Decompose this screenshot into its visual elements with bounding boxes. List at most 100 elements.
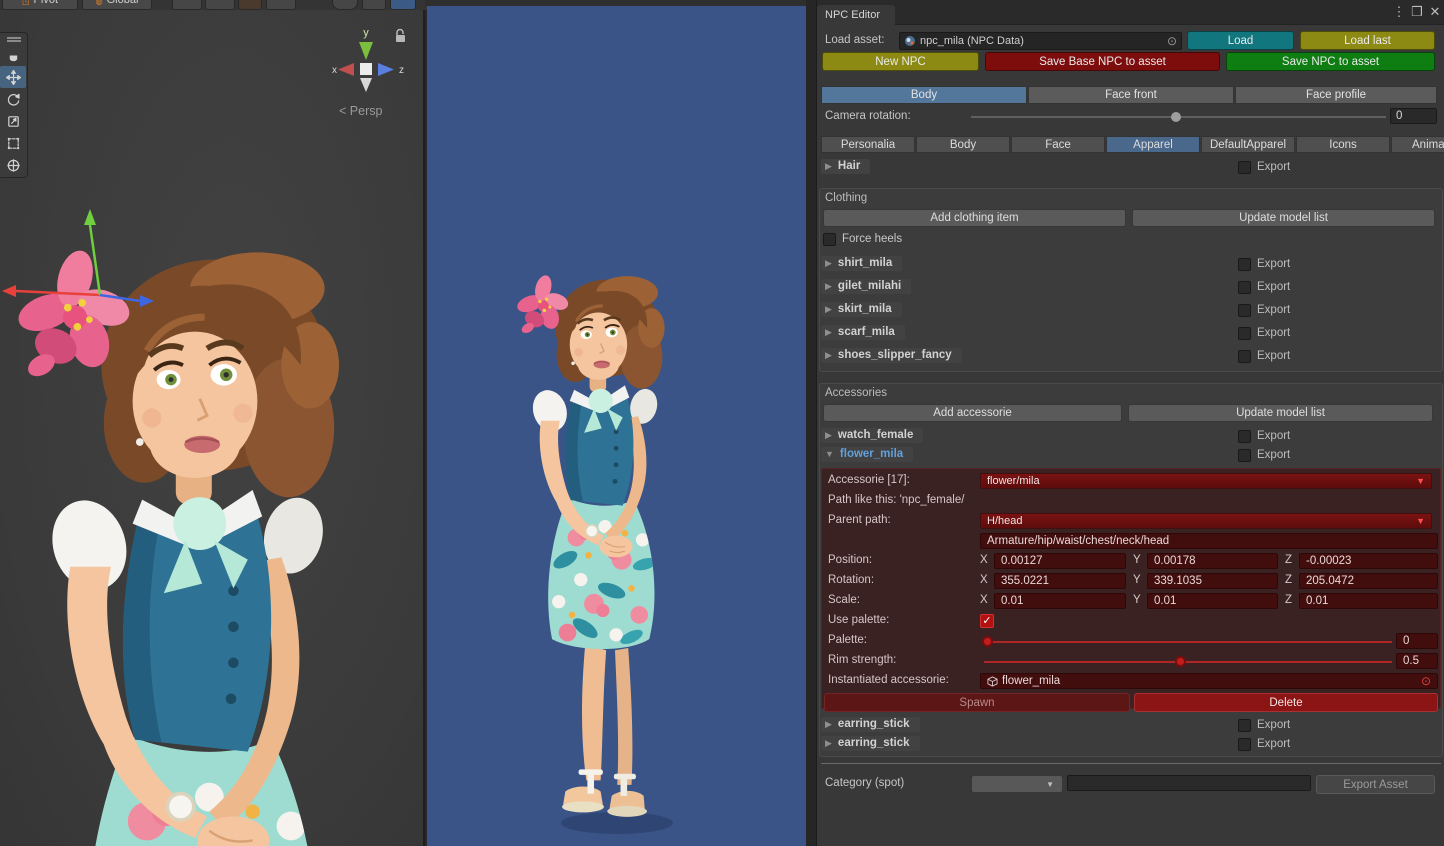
hand-tool-button[interactable]	[0, 44, 26, 66]
save-npc-button[interactable]: Save NPC to asset	[1226, 52, 1435, 71]
tab-defaultapparel[interactable]: DefaultApparel	[1201, 136, 1295, 153]
parent-path-dropdown[interactable]: H/head ▼	[980, 513, 1432, 529]
lock-icon[interactable]	[393, 28, 407, 44]
palette-value[interactable]: 0	[1396, 633, 1438, 649]
path-hint-label: Path like this: 'npc_female/	[828, 494, 964, 506]
snap-rotate-button[interactable]	[238, 0, 262, 10]
panel-menu-button[interactable]: ⋮	[1391, 4, 1407, 20]
export-asset-button[interactable]: Export Asset	[1316, 775, 1435, 794]
load-button[interactable]: Load	[1187, 31, 1294, 50]
rim-strength-slider[interactable]	[984, 661, 1392, 663]
scale-x-field[interactable]: 0.01	[994, 593, 1126, 609]
accessory-export-checkbox[interactable]	[1238, 738, 1251, 751]
npc-editor-tab[interactable]: NPC Editor	[817, 5, 895, 25]
armature-path-field[interactable]: Armature/hip/waist/chest/neck/head	[980, 533, 1438, 549]
clothing-export-checkbox[interactable]	[1238, 258, 1251, 271]
camera-settings-button[interactable]	[332, 0, 358, 10]
clothing-item-foldout[interactable]: ▶ shoes_slipper_fancy	[821, 348, 962, 363]
accessory-item-foldout[interactable]: ▶ earring_stick	[821, 717, 920, 732]
tab-body[interactable]: Body	[916, 136, 1010, 153]
transform-tool-button[interactable]	[0, 154, 26, 176]
rect-tool-button[interactable]	[0, 132, 26, 154]
hair-export-checkbox[interactable]	[1238, 161, 1251, 174]
clothing-export-checkbox[interactable]	[1238, 281, 1251, 294]
global-button[interactable]: ◍ Global	[82, 0, 152, 10]
instantiated-accessory-field[interactable]: flower_mila ⊙	[980, 673, 1438, 689]
preview-viewport[interactable]	[427, 6, 806, 846]
tab-face-front[interactable]: Face front	[1028, 86, 1234, 104]
clothing-item-foldout[interactable]: ▶ gilet_milahi	[821, 279, 911, 294]
gizmos-button[interactable]	[362, 0, 386, 10]
clothing-export-checkbox[interactable]	[1238, 327, 1251, 340]
rotation-y-field[interactable]: 339.1035	[1147, 573, 1278, 589]
accessorie-dropdown[interactable]: flower/mila ▼	[980, 473, 1432, 489]
tab-personalia[interactable]: Personalia	[821, 136, 915, 153]
update-accessory-list-button[interactable]: Update model list	[1128, 404, 1433, 422]
camera-rotation-value[interactable]: 0	[1390, 108, 1437, 124]
scene-viewport[interactable]: y x z < Persp	[0, 10, 425, 846]
force-heels-checkbox[interactable]	[823, 233, 836, 246]
tab-animation[interactable]: Anima	[1391, 136, 1444, 153]
persp-label[interactable]: < Persp	[339, 104, 382, 118]
dropdown-arrow-icon: ▼	[1416, 516, 1425, 526]
accessory-item-foldout[interactable]: ▶ watch_female	[821, 428, 923, 443]
clothing-item-foldout[interactable]: ▶ scarf_mila	[821, 325, 905, 340]
save-base-npc-button[interactable]: Save Base NPC to asset	[985, 52, 1220, 71]
rim-strength-value[interactable]: 0.5	[1396, 653, 1438, 669]
add-accessory-button[interactable]: Add accessorie	[823, 404, 1122, 422]
object-picker-icon[interactable]: ⊙	[1167, 35, 1177, 47]
accessory-export-checkbox[interactable]	[1238, 449, 1251, 462]
pivot-button[interactable]: ◳ Pivot	[2, 0, 78, 10]
spawn-button[interactable]: Spawn	[824, 693, 1130, 712]
category-dropdown[interactable]: ▼	[971, 775, 1063, 793]
position-y-field[interactable]: 0.00178	[1147, 553, 1278, 569]
tab-face-profile[interactable]: Face profile	[1235, 86, 1437, 104]
palette-handle[interactable]	[982, 636, 993, 647]
rotate-tool-button[interactable]	[0, 88, 26, 110]
category-name-field[interactable]	[1067, 775, 1311, 791]
clothing-export-checkbox[interactable]	[1238, 350, 1251, 363]
scale-tool-button[interactable]	[0, 110, 26, 132]
accessory-item-foldout-expanded[interactable]: ▼ flower_mila	[821, 447, 913, 462]
rotation-z-field[interactable]: 205.0472	[1299, 573, 1438, 589]
accessory-export-checkbox[interactable]	[1238, 430, 1251, 443]
panel-gutter	[806, 0, 816, 846]
camera-rotation-slider[interactable]	[971, 116, 1386, 118]
hair-foldout[interactable]: ▶ Hair	[821, 159, 870, 174]
move-tool-button[interactable]	[0, 66, 26, 88]
accessory-export-checkbox[interactable]	[1238, 719, 1251, 732]
clothing-export-checkbox[interactable]	[1238, 304, 1251, 317]
tab-face[interactable]: Face	[1011, 136, 1105, 153]
tab-apparel[interactable]: Apparel	[1106, 136, 1200, 153]
tab-body-view[interactable]: Body	[821, 86, 1027, 104]
scale-z-field[interactable]: 0.01	[1299, 593, 1438, 609]
snap-grid-button[interactable]	[172, 0, 202, 10]
delete-button[interactable]: Delete	[1134, 693, 1438, 712]
search-toggle-button[interactable]	[390, 0, 416, 10]
palette-slider[interactable]	[984, 641, 1392, 643]
load-last-button[interactable]: Load last	[1300, 31, 1435, 50]
close-button[interactable]: ✕	[1427, 4, 1443, 20]
object-picker-icon[interactable]: ⊙	[1421, 675, 1431, 687]
position-z-field[interactable]: -0.00023	[1299, 553, 1438, 569]
maximize-button[interactable]: ❒	[1409, 4, 1425, 20]
rim-strength-handle[interactable]	[1175, 656, 1186, 667]
scale-y-field[interactable]: 0.01	[1147, 593, 1278, 609]
add-clothing-button[interactable]: Add clothing item	[823, 209, 1126, 227]
tab-icons[interactable]: Icons	[1296, 136, 1390, 153]
palette-drag-handle[interactable]	[7, 37, 21, 42]
use-palette-checkbox[interactable]: ✓	[980, 614, 994, 628]
accessory-item-foldout[interactable]: ▶ earring_stick	[821, 736, 920, 751]
x-axis-arrow	[2, 285, 16, 297]
update-clothing-list-button[interactable]: Update model list	[1132, 209, 1435, 227]
snap-increment-button[interactable]	[205, 0, 235, 10]
rotation-x-field[interactable]: 355.0221	[994, 573, 1126, 589]
position-x-field[interactable]: 0.00127	[994, 553, 1126, 569]
clothing-item-foldout[interactable]: ▶ shirt_mila	[821, 256, 902, 271]
move-gizmo[interactable]	[0, 195, 160, 315]
clothing-item-foldout[interactable]: ▶ skirt_mila	[821, 302, 902, 317]
grid-visibility-button[interactable]	[266, 0, 296, 10]
camera-rotation-handle[interactable]	[1171, 112, 1181, 122]
new-npc-button[interactable]: New NPC	[822, 52, 979, 71]
load-asset-field[interactable]: npc_mila (NPC Data) ⊙	[899, 32, 1182, 50]
